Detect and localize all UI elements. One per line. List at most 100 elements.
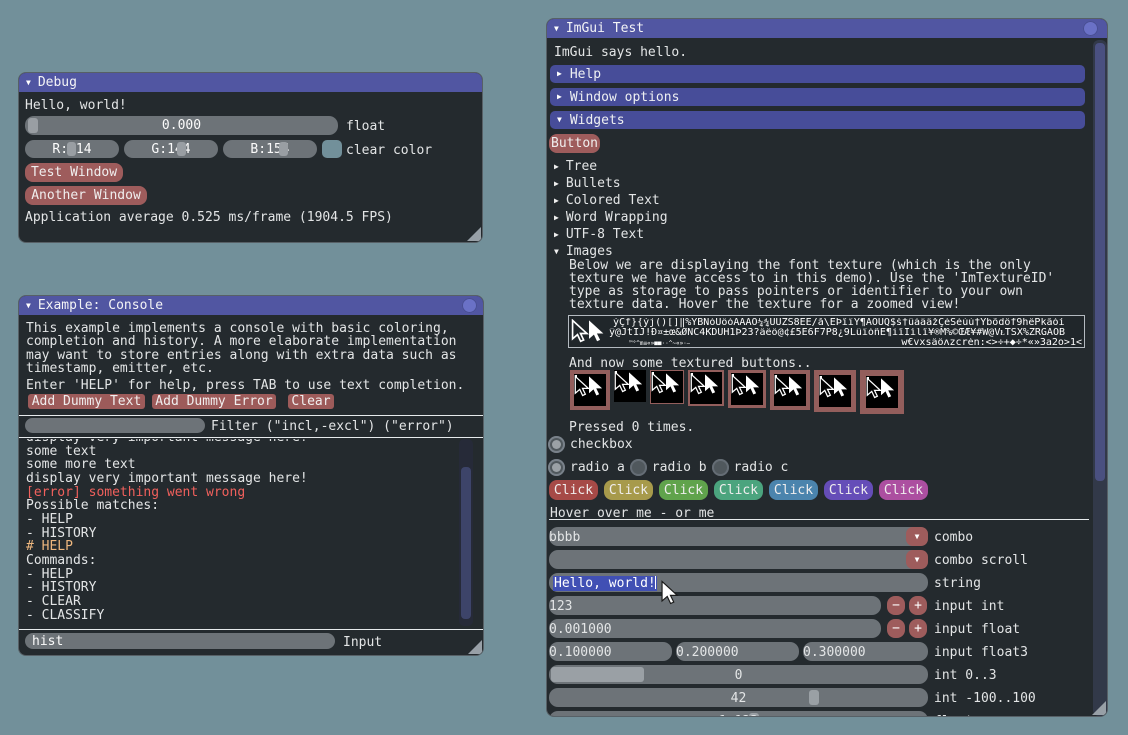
cursor-texture-icon — [774, 374, 806, 406]
console-log-line: Possible matches: — [26, 499, 308, 513]
console-log-line: some text — [26, 445, 308, 459]
combo-arrow-button[interactable]: ▼ — [906, 527, 928, 546]
slider-int-100-100[interactable]: 42 — [549, 688, 928, 707]
tree-node-bullets[interactable]: ▶Bullets — [554, 176, 621, 191]
tree-node-word-wrapping[interactable]: ▶Word Wrapping — [554, 210, 668, 225]
debug-titlebar[interactable]: ▼ Debug — [19, 73, 482, 92]
resize-grip[interactable] — [1092, 701, 1106, 715]
image-button[interactable] — [614, 370, 646, 402]
slider-int2-label: int -100..100 — [934, 691, 1036, 706]
decrement-button[interactable]: − — [887, 619, 905, 638]
test-window-button[interactable]: Test Window — [25, 163, 123, 182]
input-float-value: 0.001000 — [549, 622, 612, 637]
color-field-b[interactable]: B:154 — [223, 140, 317, 158]
decrement-button[interactable]: − — [887, 596, 905, 615]
resize-grip[interactable] — [467, 227, 481, 241]
image-button[interactable] — [728, 370, 766, 408]
image-button[interactable] — [770, 370, 810, 410]
cursor-texture-icon — [731, 373, 763, 405]
clear-button[interactable]: Clear — [288, 394, 334, 409]
image-button[interactable] — [650, 370, 684, 404]
resize-grip[interactable] — [468, 640, 482, 654]
imgui-scrollbar-thumb[interactable] — [1095, 43, 1105, 481]
increment-button[interactable]: + — [909, 596, 927, 615]
float-slider[interactable]: 0.000 — [25, 116, 338, 135]
collapse-icon[interactable]: ▼ — [26, 79, 31, 87]
tree-node-images[interactable]: ▼Images — [554, 244, 613, 259]
combo-box[interactable]: bbbb ▼ — [549, 527, 928, 546]
combo-value: bbbb — [549, 530, 580, 545]
console-scrollbar[interactable] — [459, 439, 473, 626]
input-float3-row: 0.100000 0.200000 0.300000 input float3 — [549, 642, 1094, 661]
input-float3-z[interactable]: 0.300000 — [803, 642, 928, 661]
cursor-texture-icon — [690, 372, 722, 404]
header-widgets[interactable]: ▼ Widgets — [550, 111, 1085, 129]
increment-button[interactable]: + — [909, 619, 927, 638]
console-log-line: - CLASSIFY — [26, 609, 308, 623]
slider-grab[interactable] — [177, 142, 186, 156]
tree-node-colored-text[interactable]: ▶Colored Text — [554, 193, 660, 208]
click-button-2[interactable]: Click — [604, 480, 653, 500]
slider-grab[interactable] — [28, 118, 38, 133]
combo-scroll-box[interactable]: ▼ — [549, 550, 928, 569]
image-button[interactable] — [688, 370, 724, 406]
string-input[interactable]: Hello, world! — [549, 573, 928, 592]
another-window-button[interactable]: Another Window — [25, 186, 147, 205]
input-float3-y[interactable]: 0.200000 — [676, 642, 799, 661]
color-field-r[interactable]: R:114 — [25, 140, 119, 158]
click-button-5[interactable]: Click — [769, 480, 818, 500]
slider-grab[interactable] — [67, 142, 76, 156]
click-button-4[interactable]: Click — [714, 480, 763, 500]
collapse-icon[interactable]: ▼ — [26, 302, 31, 310]
console-log-line: - CLEAR — [26, 595, 308, 609]
console-scrollbar-thumb[interactable] — [461, 467, 471, 619]
slider-int-0-3[interactable]: 0 — [549, 665, 928, 684]
combo-arrow-button[interactable]: ▼ — [906, 550, 928, 569]
image-button[interactable] — [570, 370, 610, 410]
image-button[interactable] — [860, 370, 904, 414]
click-button-3[interactable]: Click — [659, 480, 708, 500]
click-button-1[interactable]: Click — [549, 480, 598, 500]
click-button-6[interactable]: Click — [824, 480, 873, 500]
tree-node-tree[interactable]: ▶Tree — [554, 159, 597, 174]
console-log-line: - HELP — [26, 513, 308, 527]
console-log[interactable]: display very important message here!some… — [26, 439, 458, 626]
image-button[interactable] — [814, 370, 856, 412]
tree-node-utf8-text[interactable]: ▶UTF-8 Text — [554, 227, 644, 242]
radio-b[interactable] — [630, 459, 647, 476]
close-button[interactable] — [1083, 21, 1098, 36]
slider-float[interactable]: 1.123 — [549, 711, 928, 717]
string-input-selection: Hello, world! — [553, 576, 657, 591]
close-button[interactable] — [462, 298, 477, 313]
checkbox[interactable] — [548, 436, 565, 453]
header-window-options[interactable]: ▶ Window options — [550, 88, 1085, 106]
font-texture-image[interactable]: ýÇf}{ýj()[]‖%ÝBÑòÛöóÄÂÀÒ¼¾ÙÚŽŠ8ÉÊ/å\ÈÞîï… — [568, 315, 1085, 348]
click-button-7[interactable]: Click — [879, 480, 928, 500]
filter-input[interactable] — [25, 418, 205, 433]
arrow-down-icon: ▼ — [915, 555, 920, 564]
clear-color-swatch[interactable] — [322, 140, 342, 158]
hello-world-text: Hello, world! — [25, 98, 127, 113]
arrow-down-icon: ▼ — [915, 532, 920, 541]
textured-buttons-row — [570, 370, 904, 414]
radio-a[interactable] — [548, 459, 565, 476]
header-help[interactable]: ▶ Help — [550, 65, 1085, 83]
console-titlebar[interactable]: ▼ Example: Console — [19, 296, 483, 315]
input-float3-x[interactable]: 0.100000 — [549, 642, 672, 661]
radio-c[interactable] — [712, 459, 729, 476]
collapse-icon[interactable]: ▼ — [554, 25, 559, 33]
add-dummy-text-button[interactable]: Add Dummy Text — [28, 394, 145, 409]
add-dummy-error-button[interactable]: Add Dummy Error — [152, 394, 276, 409]
imgui-titlebar[interactable]: ▼ ImGui Test — [547, 19, 1107, 38]
color-field-g[interactable]: G:144 — [124, 140, 218, 158]
radio-mark-icon — [552, 463, 561, 472]
console-log-line: - HISTORY — [26, 581, 308, 595]
chevron-right-icon: ▶ — [557, 93, 562, 101]
input-int-row: 123 − + input int — [549, 596, 1094, 615]
button-widget[interactable]: Button — [549, 134, 600, 153]
console-input[interactable]: hist — [25, 633, 335, 649]
imgui-scrollbar[interactable] — [1093, 40, 1107, 716]
input-float-field[interactable]: 0.001000 — [549, 619, 881, 638]
input-int-field[interactable]: 123 — [549, 596, 881, 615]
slider-grab[interactable] — [279, 142, 288, 156]
